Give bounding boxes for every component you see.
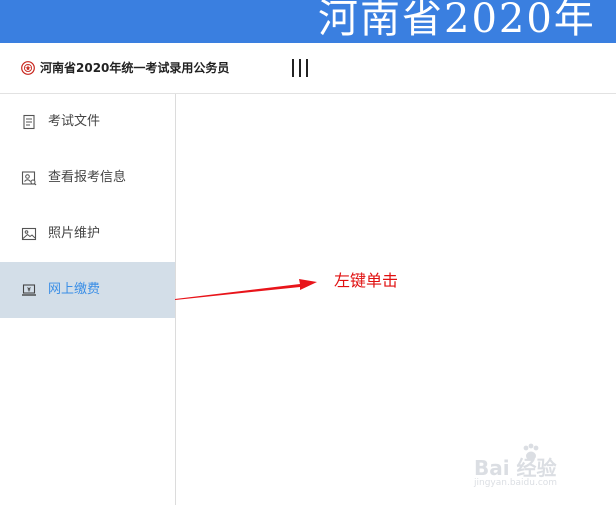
sidebar-item-photo-maintenance[interactable]: 照片维护 bbox=[0, 206, 175, 262]
image-icon bbox=[21, 227, 37, 241]
menu-toggle-icon[interactable] bbox=[289, 56, 311, 80]
site-name: 河南省2020年统一考试录用公务员 bbox=[40, 61, 230, 75]
document-icon bbox=[23, 114, 35, 130]
watermark-sub-text: jingyan.baidu.com bbox=[474, 478, 558, 488]
sidebar-item-label: 查看报考信息 bbox=[48, 170, 127, 185]
sidebar-item-view-registration[interactable]: 查看报考信息 bbox=[0, 150, 175, 206]
watermark: Bai 经验 jingyan.baidu.com bbox=[474, 442, 614, 492]
watermark-main-text: Bai 经验 bbox=[474, 456, 557, 480]
sidebar-item-label: 考试文件 bbox=[48, 114, 101, 129]
sidebar: 考试文件 查看报考信息 照片维护 网上缴费 bbox=[0, 94, 176, 505]
sidebar-item-label: 网上缴费 bbox=[48, 282, 101, 297]
sidebar-item-exam-files[interactable]: 考试文件 bbox=[0, 94, 175, 150]
top-banner: 河南省2020年 bbox=[0, 0, 616, 43]
emblem-logo-icon bbox=[21, 61, 35, 75]
sidebar-item-label: 照片维护 bbox=[48, 226, 101, 241]
annotation-label: 左键单击 bbox=[334, 271, 399, 290]
header-bar: 河南省2020年统一考试录用公务员 bbox=[0, 43, 616, 94]
laptop-payment-icon bbox=[22, 284, 36, 296]
banner-title: 河南省2020年 bbox=[318, 0, 596, 42]
sidebar-item-online-payment[interactable]: 网上缴费 bbox=[0, 262, 175, 318]
profile-search-icon bbox=[21, 171, 37, 186]
